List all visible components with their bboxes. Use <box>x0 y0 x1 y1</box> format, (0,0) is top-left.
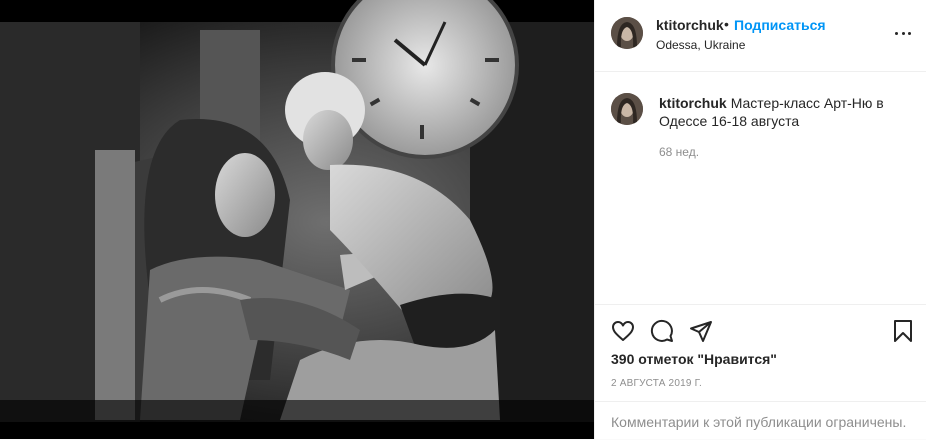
separator-dot: • <box>724 16 729 32</box>
post-side-panel: ktitorchuk • Подписаться Odessa, Ukraine… <box>594 0 926 439</box>
post-photo[interactable] <box>0 0 594 439</box>
comments-restricted-bar: Комментарии к этой публикации ограничены… <box>595 401 926 440</box>
paper-plane-icon[interactable] <box>689 319 713 343</box>
post-header: ktitorchuk • Подписаться Odessa, Ukraine <box>595 0 926 72</box>
post-actions: 390 отметок "Нравится" 2 августа 2019 г.… <box>595 304 926 439</box>
comment-bubble-icon[interactable] <box>650 319 674 343</box>
follow-button[interactable]: Подписаться <box>734 17 826 33</box>
instagram-post: ktitorchuk • Подписаться Odessa, Ukraine… <box>0 0 926 439</box>
author-username[interactable]: ktitorchuk <box>656 17 724 33</box>
post-date[interactable]: 2 августа 2019 г. <box>611 378 702 389</box>
bookmark-icon[interactable] <box>891 319 915 343</box>
caption-username[interactable]: ktitorchuk <box>659 95 727 111</box>
caption-time-ago[interactable]: 68 нед. <box>659 145 699 159</box>
post-location[interactable]: Odessa, Ukraine <box>656 38 745 52</box>
author-avatar[interactable] <box>611 17 643 49</box>
photo-image <box>0 0 594 439</box>
caption-text-block: ktitorchuk Мастер-класс Арт-Ню в Одессе 1… <box>659 94 911 130</box>
likes-count[interactable]: 390 отметок "Нравится" <box>611 351 777 367</box>
caption-avatar[interactable] <box>611 93 643 125</box>
heart-icon[interactable] <box>611 319 635 343</box>
more-options-icon[interactable] <box>891 21 915 45</box>
comments-restricted-text: Комментарии к этой публикации ограничены… <box>611 414 907 430</box>
